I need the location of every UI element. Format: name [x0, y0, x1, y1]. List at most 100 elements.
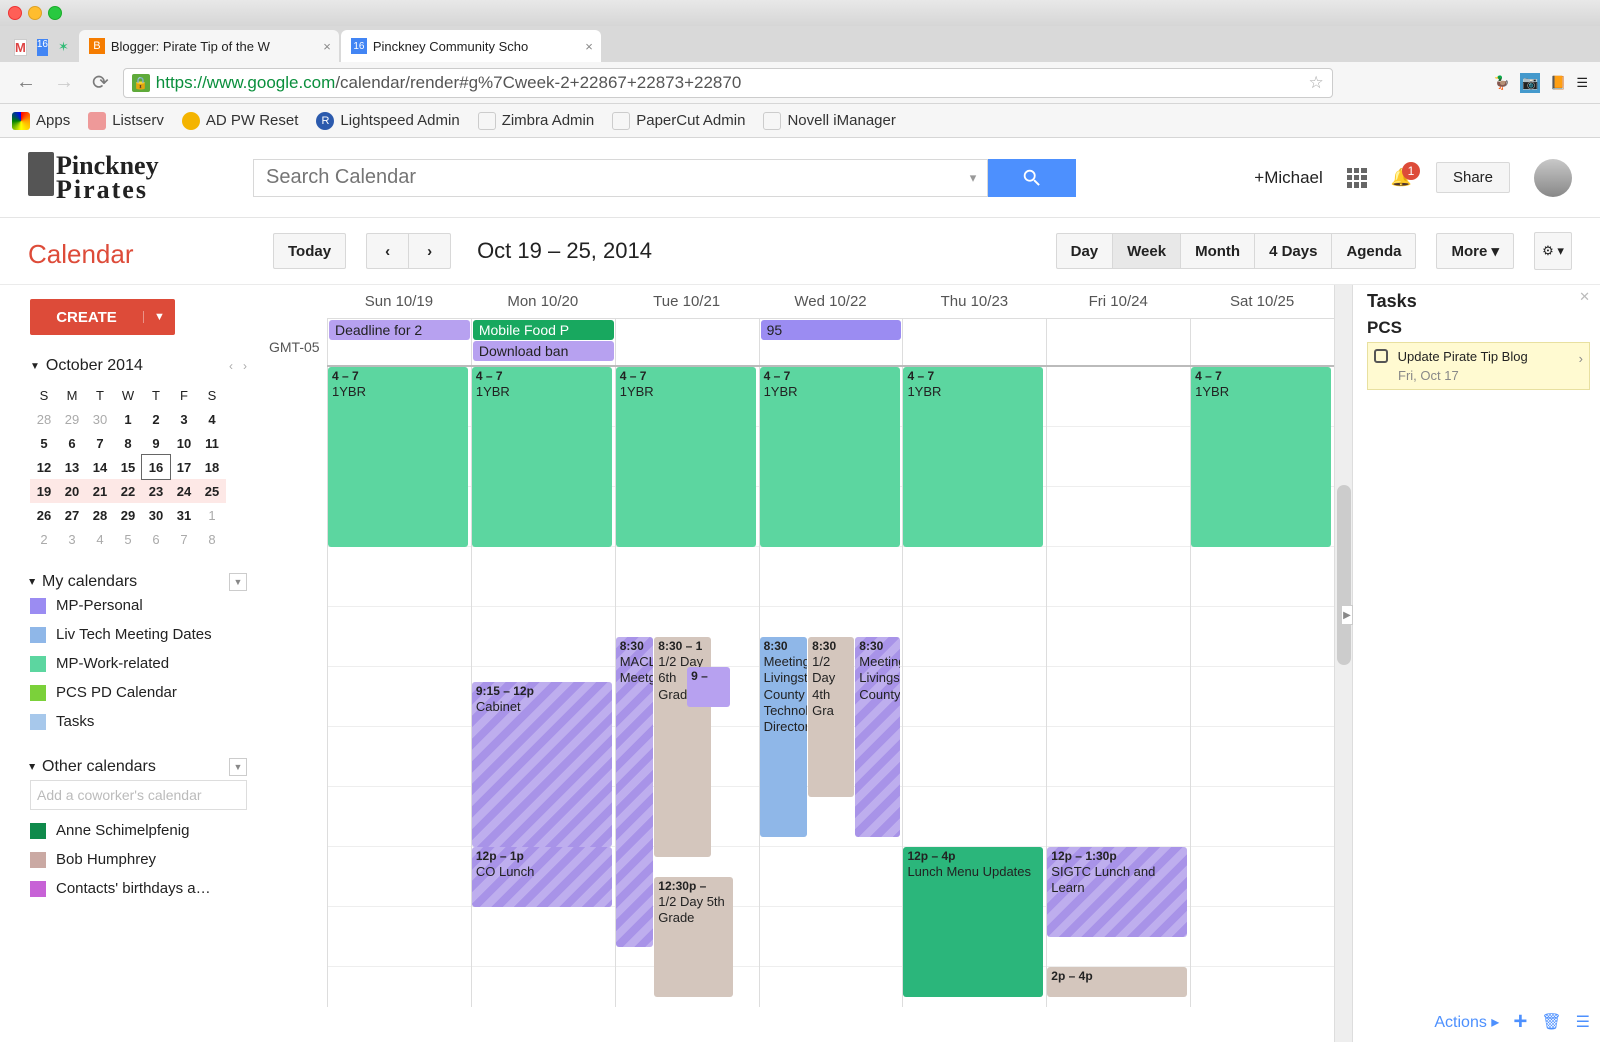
options-icon[interactable]: ▼ — [229, 573, 247, 591]
calendar-item[interactable]: MP-Personal — [30, 591, 247, 620]
next-button[interactable]: › — [408, 233, 451, 269]
browser-tab[interactable]: 16 Pinckney Community Scho × — [341, 30, 601, 62]
scrollbar[interactable] — [1334, 285, 1352, 1042]
calendar-item[interactable]: Liv Tech Meeting Dates — [30, 620, 247, 649]
calendar-item[interactable]: Anne Schimelpfenig — [30, 816, 247, 845]
day-header[interactable]: Tue 10/21 — [615, 285, 759, 318]
avatar[interactable] — [1534, 159, 1572, 197]
allday-event[interactable]: Deadline for 2 — [329, 320, 470, 340]
calendar-item[interactable]: Bob Humphrey — [30, 845, 247, 874]
day-header[interactable]: Wed 10/22 — [759, 285, 903, 318]
view-day[interactable]: Day — [1056, 233, 1114, 269]
day-column[interactable]: 4 – 71YBR12p – 4pLunch Menu Updates — [902, 367, 1046, 1007]
extension-icon[interactable]: 🦆 — [1494, 75, 1510, 91]
chevron-down-icon[interactable]: ▾ — [959, 170, 987, 186]
tasks-actions[interactable]: Actions ▸ — [1434, 1012, 1499, 1032]
calendar-item[interactable]: PCS PD Calendar — [30, 678, 247, 707]
calendar-item[interactable]: Contacts' birthdays a… — [30, 874, 247, 903]
day-column[interactable]: 4 – 71YBR — [327, 367, 471, 1007]
day-header[interactable]: Fri 10/24 — [1046, 285, 1190, 318]
gear-icon[interactable]: ⚙ ▾ — [1534, 232, 1572, 270]
calendar-event[interactable]: 4 – 71YBR — [760, 367, 900, 547]
search-input[interactable] — [254, 166, 959, 189]
tasks-collapse-icon[interactable]: ▶ — [1341, 605, 1353, 625]
apps-grid-icon[interactable] — [1347, 168, 1367, 188]
task-list-icon[interactable]: ☰ — [1576, 1012, 1590, 1032]
options-icon[interactable]: ▼ — [229, 758, 247, 776]
apps-shortcut[interactable]: Apps — [12, 112, 70, 130]
calendar-event[interactable]: 12p – 4pLunch Menu Updates — [903, 847, 1043, 997]
search-button[interactable] — [988, 159, 1076, 197]
calendar-item[interactable]: Tasks — [30, 707, 247, 736]
user-link[interactable]: +Michael — [1254, 168, 1323, 188]
calendar-item[interactable]: MP-Work-related — [30, 649, 247, 678]
bookmark-item[interactable]: Listserv — [88, 112, 164, 130]
calendar-event[interactable]: 4 – 71YBR — [1191, 367, 1331, 547]
day-header[interactable]: Sun 10/19 — [327, 285, 471, 318]
chevron-down-icon[interactable]: ▼ — [30, 361, 40, 372]
extension-icon[interactable]: 📙 — [1550, 75, 1566, 91]
close-icon[interactable]: × — [585, 39, 593, 54]
allday-event[interactable]: 95 — [761, 320, 902, 340]
calendar-event[interactable]: 4 – 71YBR — [328, 367, 468, 547]
close-icon[interactable]: × — [323, 39, 331, 54]
calendar-event[interactable]: 9 – — [687, 667, 730, 707]
day-column[interactable]: 12p – 1:30pSIGTC Lunch and Learn 2p – 4p — [1046, 367, 1190, 1007]
calendar-event[interactable]: 12p – 1pCO Lunch — [472, 847, 612, 907]
joomla-icon[interactable]: ✶ — [58, 39, 69, 56]
mini-next[interactable]: › — [243, 359, 247, 373]
bookmark-item[interactable]: Novell iManager — [763, 112, 895, 130]
calendar-event[interactable]: 8:30MACL Meetg — [616, 637, 653, 947]
add-task-icon[interactable]: + — [1513, 1008, 1527, 1036]
window-close[interactable] — [8, 6, 22, 20]
my-calendars-header[interactable]: My calendars▼ — [30, 573, 247, 591]
delete-task-icon[interactable]: 🗑 — [1541, 1012, 1561, 1032]
bookmark-item[interactable]: AD PW Reset — [182, 112, 299, 130]
bookmark-item[interactable]: PaperCut Admin — [612, 112, 745, 130]
allday-event[interactable]: Download ban — [473, 341, 614, 361]
reload-button[interactable]: ⟳ — [88, 68, 113, 97]
window-zoom[interactable] — [48, 6, 62, 20]
calendar-event[interactable]: 8:301/2 Day 4th Gra — [808, 637, 854, 797]
bookmark-star-icon[interactable]: ☆ — [1309, 73, 1324, 93]
day-column[interactable]: 4 – 71YBR8:30MACL Meetg8:30 – 11/2 Day 6… — [615, 367, 759, 1007]
view-4days[interactable]: 4 Days — [1255, 233, 1332, 269]
notifications-icon[interactable]: 🔔1 — [1391, 168, 1412, 188]
chrome-menu-icon[interactable]: ☰ — [1576, 75, 1588, 91]
bookmark-item[interactable]: Zimbra Admin — [478, 112, 595, 130]
create-button[interactable]: CREATE ▼ — [30, 299, 175, 335]
site-logo[interactable]: Pinckney Pirates — [28, 154, 253, 201]
calendar-event[interactable]: 2p – 4p — [1047, 967, 1187, 997]
calendar-event[interactable]: 8:30Meeting: Livingston County Technolog… — [760, 637, 807, 837]
mini-prev[interactable]: ‹ — [229, 359, 233, 373]
gmail-icon[interactable]: M — [14, 39, 27, 56]
view-agenda[interactable]: Agenda — [1332, 233, 1416, 269]
view-week[interactable]: Week — [1113, 233, 1181, 269]
prev-button[interactable]: ‹ — [366, 233, 408, 269]
mini-calendar[interactable]: SMTWTFS 2829301234 567891011 12131415161… — [30, 383, 226, 551]
day-column[interactable]: 4 – 71YBR 8:30Meeting: Livingston County … — [759, 367, 903, 1007]
checkbox[interactable] — [1374, 349, 1388, 363]
bookmark-item[interactable]: RLightspeed Admin — [316, 112, 459, 130]
calendar-event[interactable]: 12:30p –1/2 Day 5th Grade — [654, 877, 733, 997]
day-header[interactable]: Mon 10/20 — [471, 285, 615, 318]
chevron-right-icon[interactable]: › — [1579, 351, 1583, 366]
allday-event[interactable]: Mobile Food P — [473, 320, 614, 340]
day-column[interactable]: 4 – 71YBR 9:15 – 12pCabinet12p – 1pCO Lun… — [471, 367, 615, 1007]
gcal-icon[interactable]: 16 — [37, 39, 48, 56]
calendar-event[interactable]: 12p – 1:30pSIGTC Lunch and Learn — [1047, 847, 1187, 937]
calendar-event[interactable]: 9:15 – 12pCabinet — [472, 682, 612, 847]
task-list-name[interactable]: PCS — [1367, 318, 1590, 338]
calendar-event[interactable]: 4 – 71YBR — [472, 367, 612, 547]
window-minimize[interactable] — [28, 6, 42, 20]
view-month[interactable]: Month — [1181, 233, 1255, 269]
close-icon[interactable]: ✕ — [1579, 289, 1590, 305]
add-coworker-input[interactable]: Add a coworker's calendar — [30, 780, 247, 810]
back-button[interactable]: ← — [12, 69, 40, 96]
scrollbar-thumb[interactable] — [1337, 485, 1351, 665]
other-calendars-header[interactable]: Other calendars▼ — [30, 758, 247, 776]
day-header[interactable]: Thu 10/23 — [902, 285, 1046, 318]
hour-grid[interactable]: 4am5am6am7am8am9am10am11am12pm1pm2pm 4 –… — [327, 367, 1334, 1007]
extension-icon[interactable]: 📷 — [1520, 73, 1540, 93]
more-button[interactable]: More ▾ — [1436, 233, 1514, 269]
